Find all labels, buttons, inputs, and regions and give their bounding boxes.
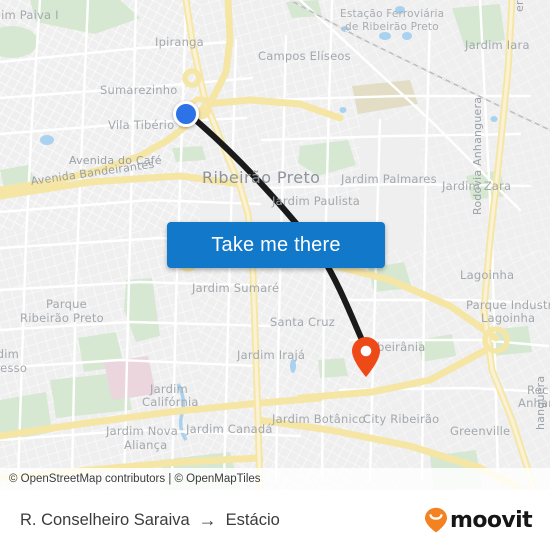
destination-pin[interactable] [351, 336, 381, 378]
destination-pin-icon [352, 337, 380, 377]
trip-destination-label: Estácio [225, 510, 280, 529]
moovit-pin-icon [425, 507, 448, 533]
map-attribution-bar: © OpenStreetMap contributors | © OpenMap… [0, 468, 550, 490]
moovit-wordmark: moovit [450, 507, 533, 533]
origin-dot[interactable] [173, 101, 199, 127]
map-canvas[interactable]: Jardim Paiva IIpirangaCampos ElíseosEsta… [0, 0, 550, 490]
trip-footer: R. Conselheiro Saraiva → Estácio moovit [0, 490, 550, 550]
arrow-right-icon: → [198, 510, 217, 530]
moovit-logo[interactable]: moovit [424, 507, 533, 533]
take-me-there-button[interactable]: Take me there [167, 222, 385, 268]
trip-summary: R. Conselheiro Saraiva → Estácio [20, 511, 424, 530]
attribution-text[interactable]: © OpenStreetMap contributors | © OpenMap… [9, 473, 261, 485]
trip-origin-label: R. Conselheiro Saraiva [20, 510, 190, 529]
